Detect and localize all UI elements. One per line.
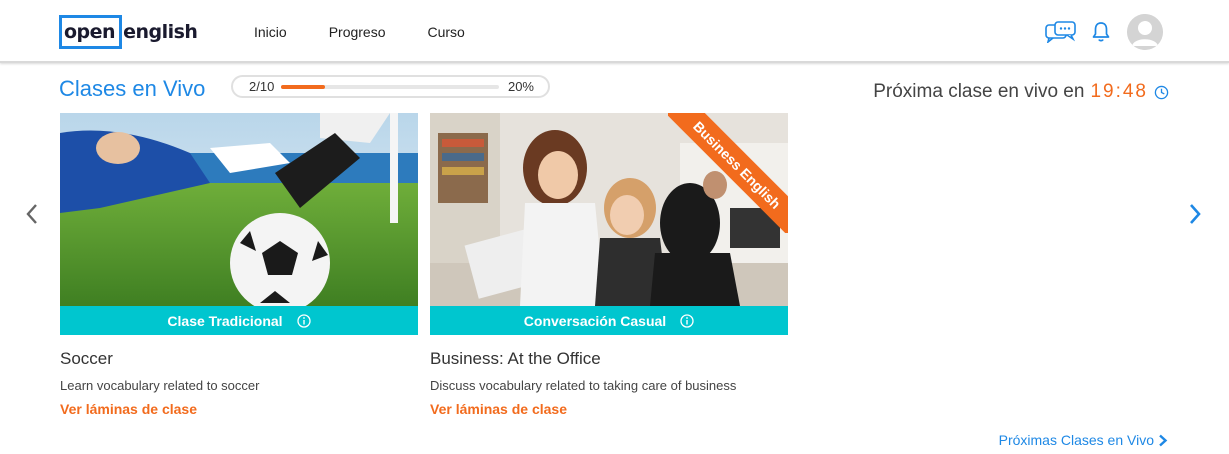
chevron-right-icon xyxy=(1159,434,1168,446)
nav-progreso[interactable]: Progreso xyxy=(329,24,386,40)
progress-fill xyxy=(281,85,325,89)
next-class-time: 19:48 xyxy=(1090,81,1148,102)
progress-percent: 20% xyxy=(507,79,534,94)
chat-icon[interactable] xyxy=(1045,21,1077,43)
office-photo[interactable]: Business English xyxy=(430,113,788,306)
view-slides-link[interactable]: Ver láminas de clase xyxy=(60,401,197,417)
header-icons xyxy=(1045,14,1163,50)
section-title: Clases en Vivo xyxy=(59,76,206,101)
next-class-countdown: Próxima clase en vivo en 19:48 xyxy=(873,81,1169,103)
class-title[interactable]: Soccer xyxy=(60,349,418,369)
user-silhouette-icon xyxy=(1127,14,1163,50)
ribbon-label: Business English xyxy=(668,113,788,233)
bell-icon[interactable] xyxy=(1091,21,1111,43)
class-type-band: Clase Tradicional xyxy=(60,306,418,335)
info-icon[interactable] xyxy=(680,313,694,328)
info-icon[interactable] xyxy=(296,313,311,328)
class-progress: 2/10 20% xyxy=(231,75,550,98)
class-type-label: Conversación Casual xyxy=(523,312,667,329)
business-english-ribbon: Business English xyxy=(668,113,788,233)
class-description: Discuss vocabulary related to taking car… xyxy=(430,378,737,393)
class-card-business[interactable]: Business English Conversación Casual Bus… xyxy=(430,113,788,419)
next-class-label: Próxima clase en vivo en xyxy=(873,81,1085,102)
carousel-next-arrow-icon[interactable] xyxy=(1187,203,1203,225)
open-english-logo[interactable]: open english xyxy=(58,13,198,51)
top-header: open english Inicio Progreso Curso xyxy=(0,0,1229,63)
logo-part-open: open xyxy=(59,15,123,49)
soccer-image xyxy=(60,113,418,306)
nav-curso[interactable]: Curso xyxy=(428,24,465,40)
class-title[interactable]: Business: At the Office xyxy=(430,349,788,369)
progress-track xyxy=(281,85,499,89)
class-card-soccer[interactable]: Clase Tradicional Soccer Learn vocabular… xyxy=(60,113,418,419)
soccer-photo[interactable] xyxy=(60,113,418,306)
upcoming-live-classes-link[interactable]: Próximas Clases en Vivo xyxy=(999,432,1168,448)
class-type-band: Conversación Casual xyxy=(430,306,788,335)
class-type-label: Clase Tradicional xyxy=(167,312,283,329)
main-nav: Inicio Progreso Curso xyxy=(254,24,507,40)
view-slides-link[interactable]: Ver láminas de clase xyxy=(430,401,567,417)
clock-icon xyxy=(1154,85,1169,99)
logo-part-english: english xyxy=(123,21,198,43)
avatar[interactable] xyxy=(1127,14,1163,50)
upcoming-live-classes-label: Próximas Clases en Vivo xyxy=(998,432,1154,448)
nav-inicio[interactable]: Inicio xyxy=(254,24,287,40)
progress-count: 2/10 xyxy=(249,79,275,94)
class-description: Learn vocabulary related to soccer xyxy=(60,378,260,393)
carousel-prev-arrow-icon[interactable] xyxy=(24,203,40,225)
